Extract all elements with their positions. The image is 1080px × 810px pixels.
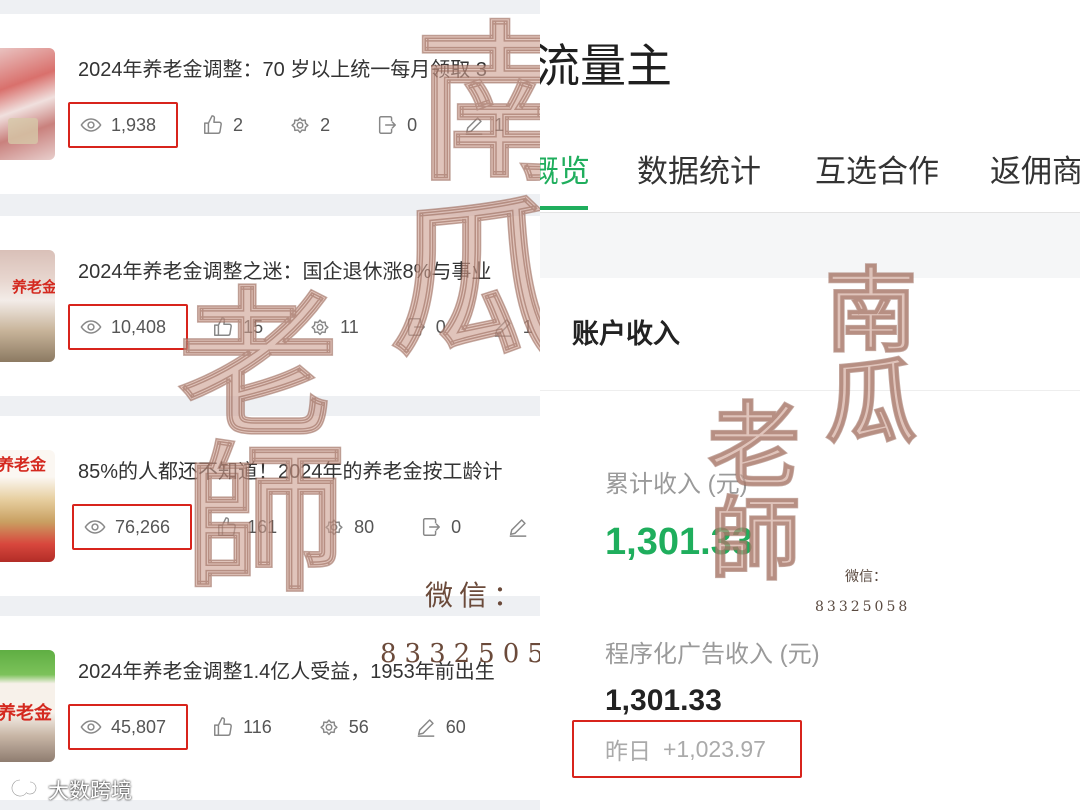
article-thumbnail[interactable]	[0, 48, 55, 160]
tab-overview[interactable]: 概览	[540, 150, 590, 194]
section-title: 账户收入	[572, 319, 680, 349]
gear-count: 11	[340, 316, 359, 337]
yesterday-label: 昨日	[605, 738, 651, 764]
tab-data-statistics[interactable]: 数据统计	[637, 150, 761, 194]
likes-count: 2	[233, 114, 244, 135]
page-title: 流量主	[540, 40, 672, 92]
likes-count: 15	[243, 316, 264, 337]
article-card[interactable]: 养老金 2024年养老金调整1.4亿人受益，1953年前出生 45,807 11…	[0, 616, 540, 800]
gear-stat: 11	[309, 316, 359, 338]
thumb-up-icon	[212, 316, 234, 338]
eye-icon	[80, 114, 102, 136]
eye-icon	[80, 716, 102, 738]
gear-icon	[323, 516, 345, 538]
likes-stat: 2	[202, 114, 243, 136]
comments-stat: 60	[415, 716, 466, 738]
views-count-highlight: 76,266	[72, 504, 193, 550]
account-income-card: 账户收入 累计收入 (元) 1,301.33 程序化广告收入 (元) 1,301…	[540, 278, 1080, 810]
article-list-panel: 2024年养老金调整：70 岁以上统一每月领取 3 1,938 2 2 0 1	[0, 0, 540, 810]
likes-stat: 116	[212, 716, 272, 738]
tab-mutual-selection[interactable]: 互选合作	[815, 150, 939, 194]
article-card[interactable]: 养老金 85%的人都还不知道！2024年的养老金按工龄计 76,266 161 …	[0, 416, 540, 596]
shares-count: 0	[451, 516, 462, 537]
share-icon	[420, 516, 442, 538]
views-count-highlight: 45,807	[68, 704, 189, 750]
programmatic-ad-income-label: 程序化广告收入 (元)	[605, 641, 820, 668]
views-count: 45,807	[111, 716, 167, 737]
comments-count: 1	[522, 316, 533, 337]
logo-text: 大数跨境	[48, 780, 132, 803]
traffic-owner-panel: 流量主 概览 数据统计 互选合作 返佣商 账户收入 累计收入 (元) 1,301…	[540, 0, 1080, 810]
section-gap	[540, 213, 1080, 278]
gear-icon	[318, 716, 340, 738]
views-count-highlight: 1,938	[68, 102, 179, 148]
article-title[interactable]: 2024年养老金调整：70 岁以上统一每月领取 3	[78, 57, 540, 83]
article-stats: 1,938 2 2 0 1	[68, 102, 504, 148]
source-logo: 大数跨境	[8, 776, 132, 804]
views-count-highlight: 10,408	[68, 304, 189, 350]
tab-rebate[interactable]: 返佣商	[990, 150, 1080, 194]
pencil-icon	[492, 316, 514, 338]
shares-count: 0	[407, 114, 418, 135]
comments-count: 1	[494, 114, 505, 135]
article-thumbnail[interactable]: 养老金	[0, 450, 55, 562]
article-title[interactable]: 85%的人都还不知道！2024年的养老金按工龄计	[78, 459, 540, 485]
gear-count: 2	[320, 114, 331, 135]
eye-icon	[84, 516, 106, 538]
comments-stat: 1	[463, 114, 504, 136]
total-income-label: 累计收入 (元)	[605, 471, 748, 498]
total-income-value: 1,301.33	[605, 521, 753, 563]
pencil-icon	[463, 114, 485, 136]
views-count: 76,266	[115, 516, 171, 537]
gear-icon	[289, 114, 311, 136]
active-tab-indicator	[540, 206, 588, 210]
shares-count: 0	[435, 316, 446, 337]
views-count: 1,938	[111, 114, 157, 135]
yesterday-value: +1,023.97	[663, 735, 766, 762]
gear-stat: 2	[289, 114, 330, 136]
article-title[interactable]: 2024年养老金调整1.4亿人受益，1953年前出生	[78, 659, 540, 685]
shares-stat: 0	[420, 516, 461, 538]
thumb-up-icon	[212, 716, 234, 738]
comments-count: 60	[445, 716, 466, 737]
gear-count: 80	[354, 516, 375, 537]
gear-stat: 80	[323, 516, 374, 538]
eye-icon	[80, 316, 102, 338]
article-card[interactable]: 养老金 2024年养老金调整之迷：国企退休涨8%与事业 10,408 15 11…	[0, 216, 540, 396]
comments-stat: 1	[492, 316, 533, 338]
likes-count: 161	[247, 516, 278, 537]
pencil-icon	[507, 516, 529, 538]
article-stats: 76,266 161 80 0	[72, 504, 529, 550]
comments-stat	[507, 516, 529, 538]
divider	[540, 390, 1080, 391]
swirl-logo-icon	[8, 776, 42, 805]
gear-stat: 56	[318, 716, 369, 738]
gear-icon	[309, 316, 331, 338]
gear-count: 56	[348, 716, 369, 737]
article-stats: 45,807 116 56 60	[68, 704, 466, 750]
article-thumbnail[interactable]: 养老金	[0, 650, 55, 762]
likes-count: 116	[243, 716, 272, 737]
article-thumbnail[interactable]: 养老金	[0, 250, 55, 362]
share-icon	[376, 114, 398, 136]
programmatic-ad-income-value: 1,301.33	[605, 684, 722, 717]
share-icon	[405, 316, 427, 338]
views-count: 10,408	[111, 316, 167, 337]
article-stats: 10,408 15 11 0 1	[68, 304, 533, 350]
likes-stat: 15	[212, 316, 263, 338]
shares-stat: 0	[376, 114, 417, 136]
likes-stat: 161	[216, 516, 277, 538]
shares-stat: 0	[405, 316, 446, 338]
thumbnail-caption: 养老金	[12, 279, 55, 296]
thumb-up-icon	[202, 114, 224, 136]
thumbnail-caption: 养老金	[0, 457, 47, 474]
yesterday-income-highlight: 昨日 +1,023.97	[572, 720, 802, 778]
thumb-up-icon	[216, 516, 238, 538]
thumbnail-caption: 养老金	[0, 703, 52, 723]
pencil-icon	[415, 716, 437, 738]
article-card[interactable]: 2024年养老金调整：70 岁以上统一每月领取 3 1,938 2 2 0 1	[0, 14, 540, 194]
article-title[interactable]: 2024年养老金调整之迷：国企退休涨8%与事业	[78, 259, 540, 285]
